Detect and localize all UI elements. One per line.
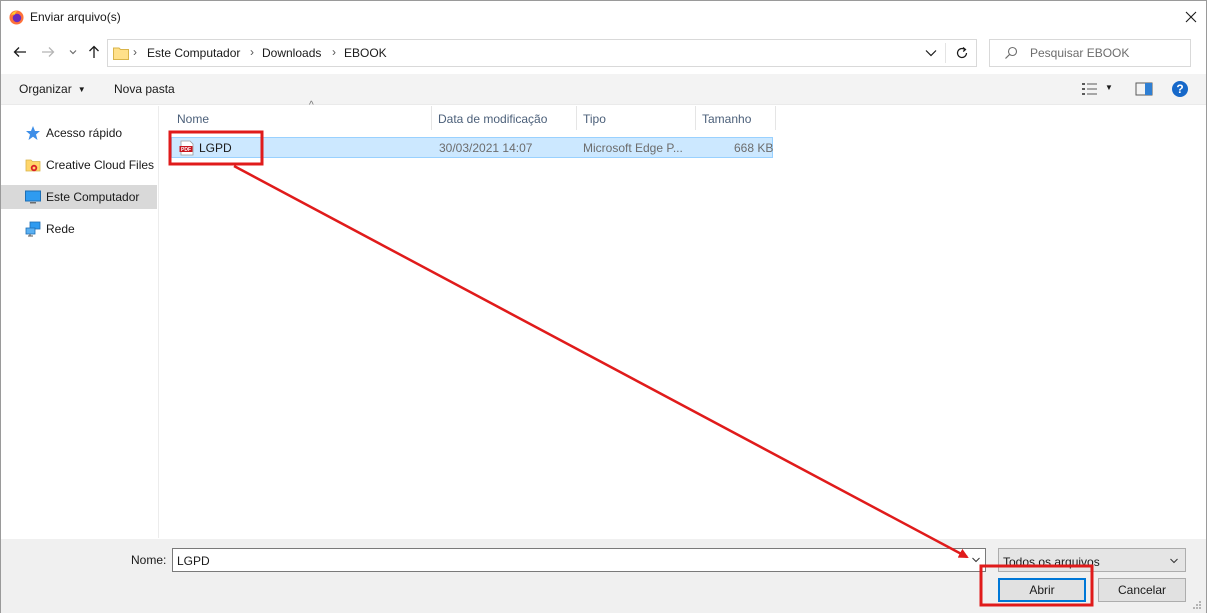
file-type-select[interactable]: Todos os arquivos	[998, 548, 1186, 572]
breadcrumb-separator: ›	[250, 45, 254, 59]
file-name-label: Nome:	[131, 553, 167, 567]
chevron-down-icon[interactable]	[924, 47, 938, 59]
file-size: 668 KB	[734, 141, 774, 155]
sidebar-item-this-pc[interactable]: Este Computador	[1, 185, 157, 209]
firefox-icon	[9, 10, 24, 25]
help-icon[interactable]: ?	[1171, 80, 1189, 98]
sidebar-item-label: Acesso rápido	[46, 126, 123, 140]
file-type-value: Todos os arquivos	[1003, 555, 1100, 569]
refresh-icon[interactable]	[954, 45, 970, 61]
svg-text:?: ?	[1176, 82, 1183, 96]
sidebar-item-label: Creative Cloud Files	[46, 158, 155, 172]
cancel-button[interactable]: Cancelar	[1098, 578, 1186, 602]
breadcrumb-item[interactable]: Este Computador	[147, 46, 240, 60]
caret-down-icon: ▼	[77, 85, 86, 95]
close-icon	[1185, 11, 1197, 23]
back-button[interactable]	[11, 43, 29, 61]
column-header-size[interactable]: Tamanho	[696, 106, 776, 130]
view-options-icon[interactable]	[1081, 81, 1099, 97]
search-placeholder: Pesquisar EBOOK	[1030, 46, 1130, 60]
recent-locations-button[interactable]	[64, 43, 82, 61]
column-header-label: Tamanho	[702, 112, 752, 126]
sort-ascending-icon: ^	[309, 100, 314, 111]
folder-icon	[113, 47, 129, 60]
address-bar[interactable]: › Este Computador › Downloads › EBOOK	[107, 39, 977, 67]
pdf-icon: PDF	[179, 140, 194, 156]
view-caret-down-icon[interactable]: ▼	[1105, 83, 1113, 92]
file-type: Microsoft Edge P...	[583, 141, 683, 155]
breadcrumb-item[interactable]: EBOOK	[344, 46, 387, 60]
navigation-pane: Acesso rápido Creative Cloud Files Este …	[1, 106, 159, 538]
organize-menu[interactable]: Organizar ▼	[19, 82, 86, 96]
sidebar-item-label: Rede	[46, 222, 75, 236]
breadcrumb-separator: ›	[332, 45, 336, 59]
column-header-label: Tipo	[583, 112, 606, 126]
file-row[interactable]: PDF LGPD 30/03/2021 14:07 Microsoft Edge…	[171, 137, 773, 158]
close-button[interactable]	[1176, 1, 1206, 33]
sidebar-item-creative-cloud-files[interactable]: Creative Cloud Files	[1, 153, 157, 177]
divider	[945, 43, 946, 63]
dialog-footer: Nome: LGPD Todos os arquivos Abrir Cance…	[1, 539, 1206, 613]
file-name-input[interactable]: LGPD	[172, 548, 986, 572]
column-header-type[interactable]: Tipo	[577, 106, 696, 130]
creative-cloud-folder-icon	[25, 159, 41, 172]
file-name-value: LGPD	[177, 554, 210, 568]
chevron-down-icon	[69, 50, 77, 55]
svg-text:PDF: PDF	[181, 147, 191, 153]
arrow-up-icon	[89, 45, 99, 58]
arrow-right-icon	[42, 47, 55, 57]
column-header-label: Data de modificação	[438, 112, 548, 126]
chevron-down-icon[interactable]	[971, 555, 981, 565]
new-folder-button[interactable]: Nova pasta	[114, 82, 175, 96]
breadcrumb-item[interactable]: Downloads	[262, 46, 321, 60]
organize-label: Organizar	[19, 82, 72, 96]
computer-icon	[25, 190, 41, 204]
sidebar-item-quick-access[interactable]: Acesso rápido	[1, 121, 157, 145]
forward-button[interactable]	[39, 43, 57, 61]
column-header-label: Nome	[177, 112, 210, 126]
breadcrumb-separator: ›	[133, 45, 137, 59]
file-list: ^ Nome Data de modificação Tipo Tamanho …	[160, 100, 1204, 538]
preview-pane-icon[interactable]	[1135, 81, 1153, 97]
network-icon	[25, 221, 41, 237]
resize-grip-icon[interactable]	[1192, 600, 1202, 610]
file-modified: 30/03/2021 14:07	[439, 141, 533, 155]
chevron-down-icon	[1170, 558, 1178, 564]
file-name: LGPD	[199, 141, 232, 155]
open-button[interactable]: Abrir	[998, 578, 1086, 602]
window-title: Enviar arquivo(s)	[30, 10, 121, 24]
column-header-name[interactable]: ^ Nome	[171, 100, 432, 130]
sidebar-item-label: Este Computador	[46, 190, 140, 204]
search-icon	[1005, 46, 1018, 59]
column-header-modified[interactable]: Data de modificação	[432, 106, 577, 130]
arrow-left-icon	[13, 47, 26, 57]
search-input[interactable]: Pesquisar EBOOK	[989, 39, 1191, 67]
title-bar: Enviar arquivo(s)	[1, 1, 1206, 33]
sidebar-item-network[interactable]: Rede	[1, 217, 157, 241]
star-icon	[26, 126, 40, 140]
up-button[interactable]	[85, 43, 103, 61]
command-bar: Organizar ▼ Nova pasta ▼ ?	[1, 74, 1206, 105]
file-upload-dialog: Enviar arquivo(s) › Este Computador › Do…	[0, 0, 1207, 613]
